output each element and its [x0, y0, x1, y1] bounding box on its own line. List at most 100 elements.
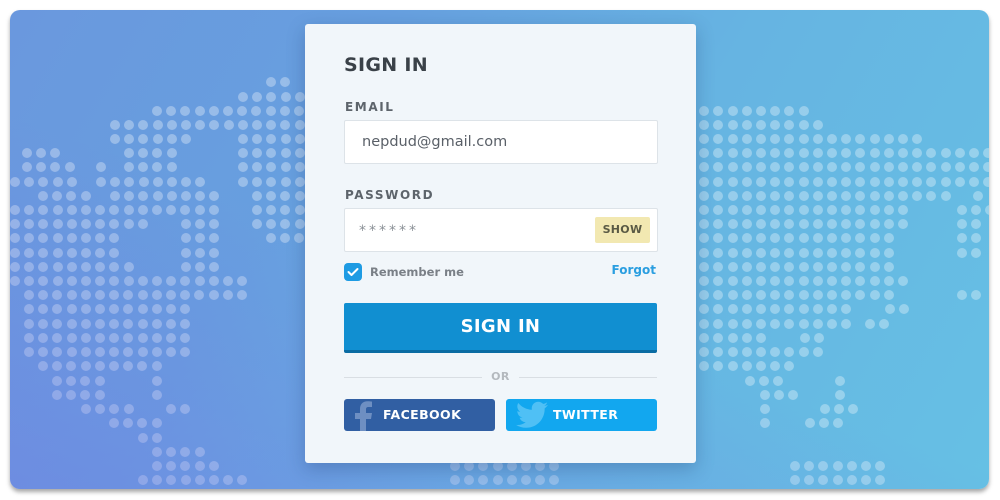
map-dot	[109, 262, 120, 272]
map-dot	[96, 162, 106, 172]
map-dot	[123, 262, 134, 272]
map-dot	[123, 304, 134, 314]
map-dot	[727, 219, 738, 229]
map-dot	[194, 461, 205, 471]
map-dot	[784, 361, 795, 371]
map-dot	[195, 219, 206, 229]
map-dot	[94, 376, 105, 386]
map-dot	[812, 304, 823, 314]
map-dot	[855, 162, 866, 172]
facebook-login-button[interactable]: FACEBOOK	[344, 399, 495, 431]
map-dot	[252, 219, 262, 229]
map-dot	[294, 92, 305, 102]
map-dot	[166, 290, 176, 300]
map-dot	[883, 219, 894, 229]
map-dot	[841, 162, 852, 172]
remember-me[interactable]: Remember me	[344, 262, 464, 282]
map-dot	[774, 390, 785, 400]
map-dot	[294, 148, 305, 158]
map-dot	[137, 347, 148, 357]
map-dot	[954, 162, 965, 172]
map-dot	[24, 248, 35, 258]
map-dot	[38, 276, 49, 286]
map-dot	[181, 233, 191, 243]
map-dot	[80, 319, 91, 329]
map-dot	[727, 262, 738, 272]
map-dot	[699, 219, 710, 229]
map-dot	[855, 219, 866, 229]
map-dot	[24, 290, 34, 300]
map-dot	[209, 120, 220, 130]
map-dot	[195, 191, 206, 201]
map-dot	[166, 162, 177, 172]
map-dot	[24, 177, 35, 187]
map-dot	[109, 219, 120, 229]
map-dot	[166, 461, 177, 471]
map-dot	[152, 376, 162, 386]
map-dot	[66, 262, 77, 272]
map-dot	[805, 418, 815, 428]
map-dot	[209, 262, 220, 272]
map-dot	[110, 120, 120, 130]
sign-in-button[interactable]: SIGN IN	[344, 303, 657, 353]
map-dot	[699, 162, 710, 172]
map-dot	[194, 290, 205, 300]
map-dot	[152, 390, 162, 400]
map-dot	[124, 120, 135, 130]
map-dot	[137, 418, 148, 428]
map-dot	[855, 233, 866, 243]
map-dot	[926, 191, 937, 201]
map-dot	[109, 205, 120, 215]
map-dot	[66, 248, 77, 258]
map-dot	[166, 333, 176, 343]
map-dot	[812, 205, 823, 215]
map-dot	[741, 233, 752, 243]
map-dot	[812, 177, 823, 187]
map-dot	[237, 290, 247, 300]
map-dot	[855, 148, 866, 158]
forgot-password-link[interactable]: Forgot	[612, 263, 656, 277]
map-dot	[756, 304, 766, 314]
map-dot	[855, 177, 866, 187]
map-dot	[294, 205, 305, 215]
map-dot	[741, 148, 752, 158]
map-dot	[137, 361, 148, 371]
password-field[interactable]: ****** SHOW	[344, 208, 658, 252]
map-dot	[152, 205, 162, 215]
map-dot	[855, 276, 866, 286]
map-dot	[66, 233, 77, 243]
twitter-label: TWITTER	[553, 407, 619, 422]
map-dot	[957, 233, 967, 243]
map-dot	[861, 461, 871, 471]
map-dot	[804, 475, 815, 485]
map-dot	[294, 219, 305, 229]
map-dot	[756, 248, 766, 258]
map-dot	[770, 262, 781, 272]
map-dot	[940, 177, 951, 187]
map-dot	[280, 120, 291, 130]
map-dot	[869, 233, 880, 243]
map-dot	[883, 205, 894, 215]
map-dot	[883, 248, 894, 258]
map-dot	[798, 177, 809, 187]
twitter-login-button[interactable]: TWITTER	[506, 399, 657, 431]
map-dot	[151, 361, 162, 371]
map-dot	[727, 304, 738, 314]
map-dot	[883, 262, 894, 272]
map-dot	[699, 205, 710, 215]
map-dot	[727, 205, 738, 215]
map-dot	[812, 276, 823, 286]
map-dot	[80, 347, 91, 357]
remember-me-checkbox[interactable]	[344, 263, 362, 281]
show-password-button[interactable]: SHOW	[595, 217, 650, 243]
map-dot	[123, 290, 134, 300]
map-dot	[770, 319, 781, 329]
map-dot	[798, 262, 809, 272]
email-field[interactable]: nepdud@gmail.com	[344, 120, 658, 164]
map-dot	[80, 191, 91, 201]
map-dot	[827, 233, 837, 243]
map-dot	[741, 333, 752, 343]
map-dot	[123, 361, 134, 371]
map-dot	[812, 290, 823, 300]
map-dot	[38, 347, 49, 357]
